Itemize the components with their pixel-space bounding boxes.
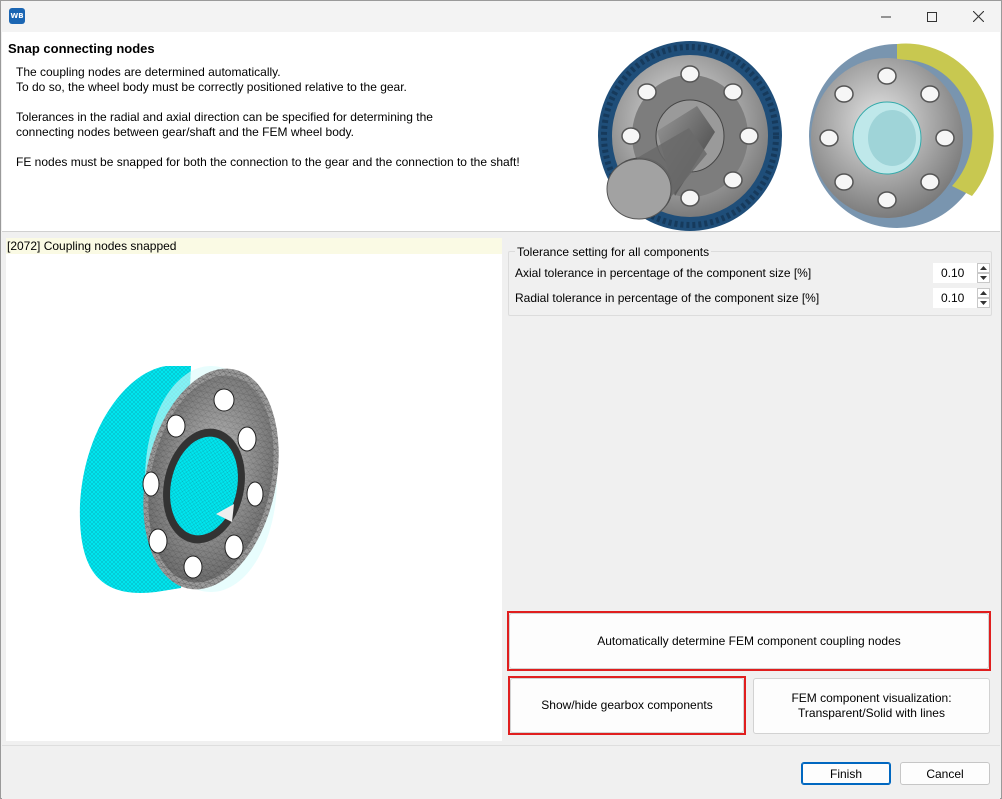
gear-illustration <box>598 41 994 231</box>
cancel-button[interactable]: Cancel <box>900 762 990 785</box>
arrow-up-icon <box>980 291 987 295</box>
maximize-button[interactable] <box>909 1 955 32</box>
tolerance-group: Tolerance setting for all components Axi… <box>508 245 992 316</box>
axial-tolerance-label: Axial tolerance in percentage of the com… <box>515 266 812 280</box>
3d-viewport[interactable] <box>6 254 502 741</box>
axial-tolerance-row: Axial tolerance in percentage of the com… <box>515 263 990 283</box>
fem-visualization-label-2: Transparent/Solid with lines <box>798 706 945 720</box>
instruction-line-3: Tolerances in the radial and axial direc… <box>16 110 433 124</box>
auto-determine-nodes-button[interactable]: Automatically determine FEM component co… <box>509 613 989 669</box>
close-icon <box>972 11 984 22</box>
arrow-down-icon <box>980 276 987 280</box>
gear-with-shaft-image <box>598 41 782 231</box>
axial-tolerance-spinner[interactable] <box>933 263 991 283</box>
radial-tolerance-down-button[interactable] <box>977 298 990 308</box>
dialog-window: WB Snap connecting nodes The coupling no… <box>0 0 1002 799</box>
minimize-button[interactable] <box>863 1 909 32</box>
radial-tolerance-row: Radial tolerance in percentage of the co… <box>515 288 990 308</box>
tolerance-group-title: Tolerance setting for all components <box>515 245 712 259</box>
finish-button[interactable]: Finish <box>801 762 891 785</box>
minimize-icon <box>881 16 891 17</box>
radial-tolerance-spinner[interactable] <box>933 288 991 308</box>
axial-tolerance-down-button[interactable] <box>977 273 990 283</box>
close-button[interactable] <box>955 1 1001 32</box>
instruction-line-5: FE nodes must be snapped for both the co… <box>16 155 520 169</box>
maximize-icon <box>927 11 937 22</box>
page-title: Snap connecting nodes <box>8 41 155 56</box>
arrow-up-icon <box>980 266 987 270</box>
fem-mesh-model[interactable] <box>6 254 502 741</box>
arrow-down-icon <box>980 301 987 305</box>
title-bar[interactable]: WB <box>1 1 1001 32</box>
instruction-text: The coupling nodes are determined automa… <box>16 65 520 185</box>
app-icon: WB <box>9 8 25 24</box>
fem-visualization-label-1: FEM component visualization: <box>791 691 952 705</box>
instruction-line-4: connecting nodes between gear/shaft and … <box>16 125 354 139</box>
axial-tolerance-input[interactable] <box>933 263 977 283</box>
fem-viewer-pane: [2072] Coupling nodes snapped <box>6 238 502 741</box>
radial-tolerance-input[interactable] <box>933 288 977 308</box>
fem-visualization-button[interactable]: FEM component visualization: Transparent… <box>753 678 990 734</box>
axial-tolerance-up-button[interactable] <box>977 263 990 273</box>
wheel-body-image <box>809 43 994 228</box>
instruction-line-2: To do so, the wheel body must be correct… <box>16 80 407 94</box>
radial-tolerance-up-button[interactable] <box>977 288 990 298</box>
instruction-line-1: The coupling nodes are determined automa… <box>16 65 281 79</box>
instruction-header: Snap connecting nodes The coupling nodes… <box>2 32 1000 232</box>
show-hide-gearbox-button[interactable]: Show/hide gearbox components <box>510 678 744 733</box>
radial-tolerance-label: Radial tolerance in percentage of the co… <box>515 291 820 305</box>
dialog-footer: Finish Cancel <box>2 745 1000 799</box>
viewer-status: [2072] Coupling nodes snapped <box>6 238 502 254</box>
